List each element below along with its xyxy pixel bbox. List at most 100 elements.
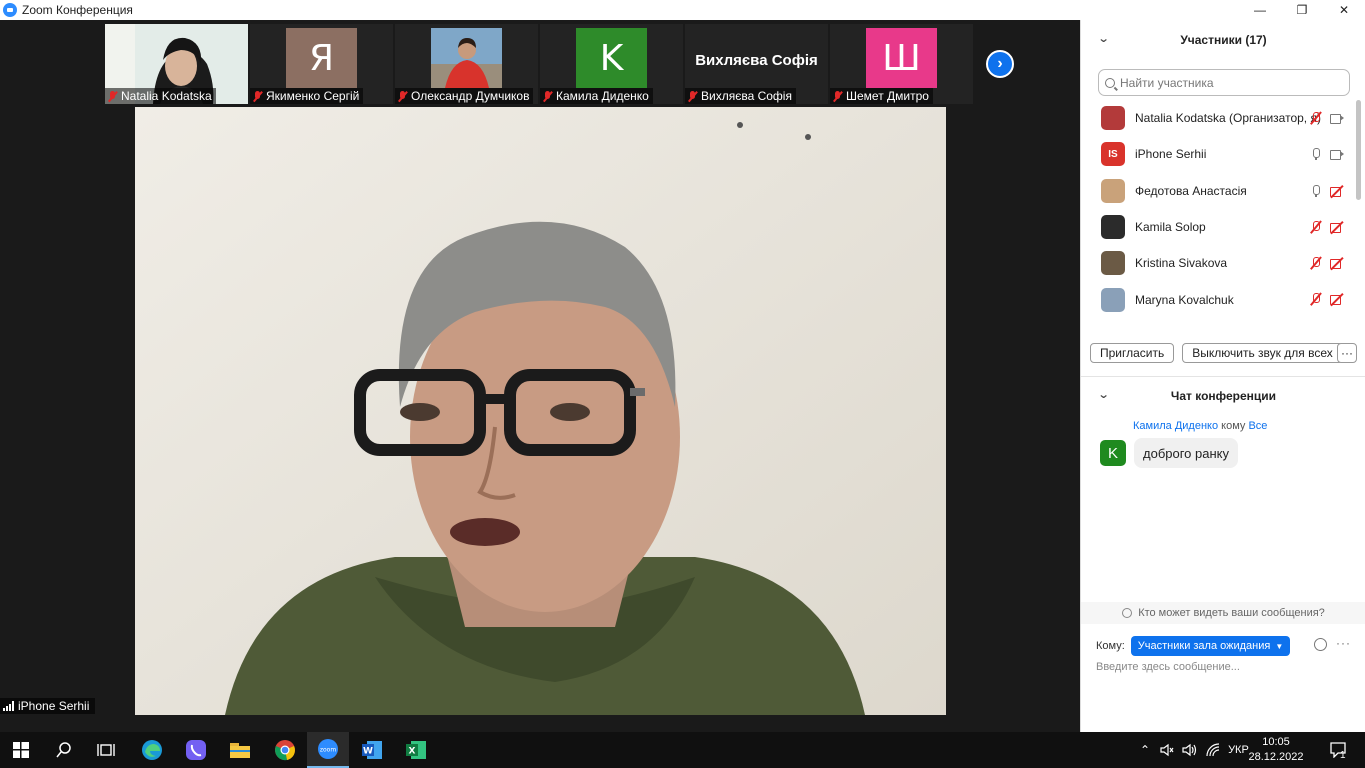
thumbnail-name-text: Якименко Сергій — [266, 89, 360, 103]
avatar — [1101, 287, 1125, 312]
participant-row[interactable]: Kristina Sivakova — [1081, 245, 1356, 281]
recipient-dropdown[interactable]: Участники зала ожидания ▼ — [1130, 636, 1291, 656]
thumbnail-name: Natalia Kodatska — [105, 88, 216, 104]
who-can-see-text: Кто может видеть ваши сообщения? — [1138, 607, 1325, 619]
volume-muted-icon[interactable] — [1160, 743, 1174, 757]
mic-muted-icon[interactable] — [1309, 256, 1323, 270]
window-controls: — ❐ ✕ — [1239, 0, 1365, 20]
wifi-icon[interactable] — [1206, 743, 1220, 757]
start-button[interactable] — [0, 732, 42, 768]
clock-time: 10:05 — [1262, 736, 1290, 748]
avatar — [1101, 215, 1125, 240]
mic-icon[interactable] — [1309, 147, 1323, 161]
zoom-icon: zoom — [318, 739, 338, 759]
maximize-button[interactable]: ❐ — [1281, 0, 1323, 20]
camera-icon[interactable] — [1329, 111, 1345, 125]
mic-muted-icon[interactable] — [1309, 111, 1323, 125]
speaker-icon[interactable] — [1182, 743, 1198, 757]
svg-text:X: X — [409, 747, 416, 757]
chat-message-input[interactable]: Введите здесь сообщение... — [1096, 661, 1240, 673]
mic-icon[interactable] — [1309, 184, 1323, 198]
thumbnail-tile[interactable]: Natalia Kodatska — [105, 24, 248, 104]
svg-text:W: W — [363, 747, 373, 757]
collapse-chevron-icon[interactable]: ⌄ — [1098, 32, 1110, 45]
zoom-app[interactable]: zoom — [307, 732, 349, 768]
thumbnail-tile[interactable]: K Камила Диденко — [540, 24, 683, 104]
camera-off-icon[interactable] — [1329, 220, 1345, 234]
participant-name: Kristina Sivakova — [1135, 256, 1228, 271]
language-indicator[interactable]: УКР — [1228, 744, 1249, 756]
search-placeholder: Найти участника — [1120, 75, 1214, 90]
notifications-button[interactable]: 1 — [1318, 732, 1360, 768]
participants-more-button[interactable]: ··· — [1337, 343, 1357, 363]
active-speaker-video — [135, 107, 946, 715]
camera-off-icon[interactable] — [1329, 292, 1345, 306]
chrome-app[interactable] — [264, 732, 306, 768]
window-title: Zoom Конференция — [22, 3, 133, 17]
thumbnail-name-text: Вихляєва Софія — [701, 89, 792, 103]
notification-count: 1 — [1340, 750, 1346, 761]
close-button[interactable]: ✕ — [1323, 0, 1365, 20]
edge-icon — [142, 740, 162, 760]
camera-icon[interactable] — [1329, 147, 1345, 161]
participant-list: Natalia Kodatska (Организатор, я) IS iPh… — [1081, 100, 1356, 328]
scrollbar-thumb[interactable] — [1356, 100, 1361, 200]
chat-sender[interactable]: Камила Диденко — [1133, 420, 1218, 432]
mic-muted-icon — [108, 90, 117, 102]
task-view-button[interactable] — [85, 732, 127, 768]
word-icon: W — [362, 741, 382, 759]
edge-app[interactable] — [131, 732, 173, 768]
participant-row[interactable]: Natalia Kodatska (Организатор, я) — [1081, 100, 1356, 136]
camera-off-icon[interactable] — [1329, 184, 1345, 198]
excel-app[interactable]: X — [395, 732, 437, 768]
participant-name: iPhone Serhii — [1135, 147, 1207, 162]
thumbnail-strip: Natalia Kodatska Я Якименко Сергій Олекс… — [105, 24, 973, 104]
emoji-icon[interactable] — [1314, 638, 1327, 651]
mic-muted-icon[interactable] — [1309, 292, 1323, 306]
participant-search-input[interactable]: Найти участника — [1098, 69, 1350, 96]
mic-muted-icon[interactable] — [1309, 220, 1323, 234]
participant-name: Natalia Kodatska (Организатор, я) — [1135, 111, 1321, 126]
avatar: IS — [1101, 142, 1125, 167]
search-icon — [1105, 77, 1115, 88]
mic-muted-icon — [253, 90, 262, 102]
avatar-initial: Я — [286, 28, 357, 88]
search-button[interactable] — [43, 732, 85, 768]
participant-row-partial[interactable] — [1081, 318, 1356, 328]
minimize-button[interactable]: — — [1239, 0, 1281, 20]
participant-row[interactable]: IS iPhone Serhii — [1081, 136, 1356, 172]
participant-name: Maryna Kovalchuk — [1135, 292, 1234, 307]
avatar — [1101, 106, 1125, 131]
participants-header: ⌄ Участники (17) — [1081, 20, 1365, 60]
mic-muted-icon — [398, 90, 407, 102]
thumbnail-name: Якименко Сергій — [250, 88, 364, 104]
mic-muted-icon — [833, 90, 842, 102]
chat-recipient: Все — [1248, 420, 1268, 432]
taskbar-clock[interactable]: 10:05 28.12.2022 — [1248, 735, 1304, 765]
chat-header: ⌄ Чат конференции — [1081, 376, 1365, 416]
thumbnail-tile[interactable]: Олександр Думчиков — [395, 24, 538, 104]
participant-row[interactable]: Maryna Kovalchuk — [1081, 281, 1356, 317]
chat-more-icon[interactable]: ··· — [1336, 636, 1351, 650]
invite-button[interactable]: Пригласить — [1090, 343, 1175, 363]
viber-icon — [186, 740, 206, 760]
system-tray: ⌃ УКР — [1140, 732, 1249, 768]
camera-off-icon[interactable] — [1329, 256, 1345, 270]
who-can-see-link[interactable]: Кто может видеть ваши сообщения? — [1081, 602, 1365, 624]
mute-all-button[interactable]: Выключить звук для всех — [1182, 343, 1343, 363]
show-hidden-icons-icon[interactable]: ⌃ — [1140, 743, 1150, 757]
thumbnail-tile[interactable]: Я Якименко Сергій — [250, 24, 393, 104]
next-page-arrow-icon[interactable]: › — [986, 50, 1014, 78]
viber-app[interactable] — [175, 732, 217, 768]
thumbnail-tile[interactable]: Ш Шемет Дмитро — [830, 24, 973, 104]
clock-date: 28.12.2022 — [1248, 751, 1304, 763]
participant-list-scrollbar[interactable] — [1356, 100, 1361, 328]
word-app[interactable]: W — [351, 732, 393, 768]
thumbnail-name: Вихляєва Софія — [685, 88, 796, 104]
file-explorer-app[interactable] — [219, 732, 261, 768]
collapse-chevron-icon[interactable]: ⌄ — [1098, 388, 1110, 401]
participant-row[interactable]: Kamila Solop — [1081, 209, 1356, 245]
participant-row[interactable]: Федотова Анастасія — [1081, 173, 1356, 209]
participants-title: Участники (17) — [1180, 33, 1267, 47]
thumbnail-tile[interactable]: Вихляєва Софія Вихляєва Софія — [685, 24, 828, 104]
